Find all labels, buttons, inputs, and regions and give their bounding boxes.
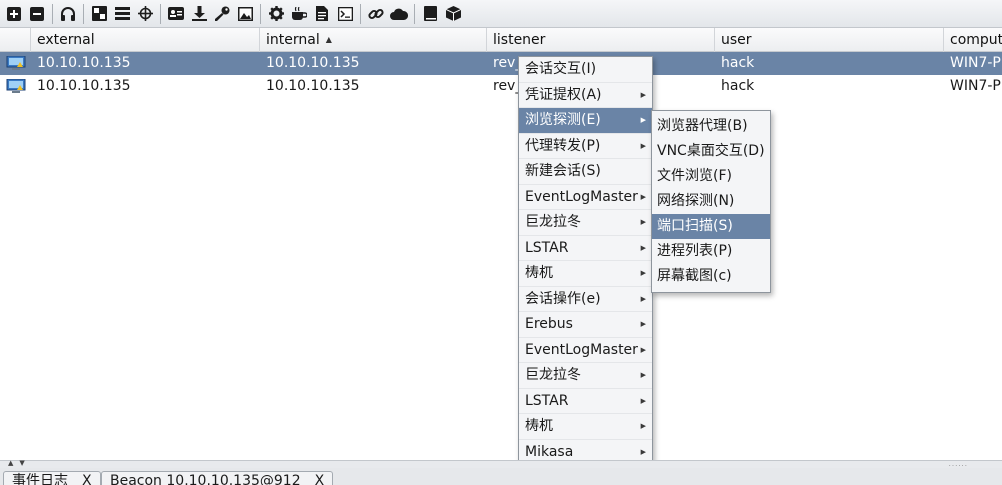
submenu-arrow-icon: ▶ [640, 269, 646, 277]
headphones-icon[interactable] [57, 3, 79, 25]
cloud-icon[interactable] [388, 3, 410, 25]
credentials-icon[interactable] [165, 3, 187, 25]
minus-square-icon[interactable] [26, 3, 48, 25]
submenu-arrow-icon: ▶ [640, 243, 646, 252]
computer-icon [6, 79, 26, 93]
cell-internal: 10.10.10.135 [266, 55, 360, 71]
submenu-arrow-icon: ▶ [640, 396, 646, 405]
gear-icon[interactable] [265, 3, 287, 25]
submenu-item-process-list[interactable]: 进程列表(P) [652, 239, 770, 264]
cell-internal: 10.10.10.135 [266, 78, 360, 94]
menu-item-explore[interactable]: 浏览探测(E) ▶ [519, 108, 652, 134]
cell-external: 10.10.10.135 [37, 55, 131, 71]
submenu-item-port-scan[interactable]: 端口扫描(S) [652, 214, 770, 239]
cell-external: 10.10.10.135 [37, 78, 131, 94]
submenu-arrow-icon: ▶ [640, 422, 646, 430]
image-icon[interactable] [234, 3, 256, 25]
document-icon[interactable] [311, 3, 333, 25]
explore-submenu: 浏览器代理(B) VNC桌面交互(D) 文件浏览(F) 网络探测(N) 端口扫描… [651, 110, 771, 293]
submenu-arrow-icon: ▶ [640, 141, 646, 150]
key-icon[interactable] [211, 3, 233, 25]
submenu-arrow-icon: ▶ [640, 320, 646, 328]
splitter-arrows-icon[interactable]: ▲▼ [8, 459, 31, 467]
bottom-tab-bar: 事件日志 X Beacon 10.10.10.135@912 X [0, 468, 1002, 485]
submenu-arrow-icon: ▶ [640, 218, 646, 226]
menu-item-interact[interactable]: 会话交互(I) [519, 57, 652, 83]
menu-item-lstar-2[interactable]: LSTAR ▶ [519, 389, 652, 414]
cube-icon[interactable] [442, 3, 464, 25]
toolbar-separator [360, 3, 361, 24]
link-icon[interactable] [365, 3, 387, 25]
submenu-arrow-icon: ▶ [640, 371, 646, 379]
menu-item-ladon-2[interactable]: 巨龙拉冬 ▶ [519, 363, 652, 389]
menu-item-lstar[interactable]: LSTAR ▶ [519, 236, 652, 261]
menu-item-eventlogmaster-2[interactable]: EventLogMaster ▶ [519, 338, 652, 363]
column-header-external[interactable]: external [31, 28, 260, 52]
graph-icon[interactable] [88, 3, 110, 25]
tab-beacon[interactable]: Beacon 10.10.10.135@912 X [101, 471, 334, 485]
tab-close-icon[interactable]: X [82, 473, 92, 485]
column-header-user[interactable]: user [715, 28, 944, 52]
menu-item-session[interactable]: 会话操作(e) ▶ [519, 287, 652, 312]
plus-square-icon[interactable] [3, 3, 25, 25]
column-header-internal[interactable]: internal ▲ [260, 28, 487, 52]
menu-item-taowu-2[interactable]: 梼杌 ▶ [519, 414, 652, 440]
session-table: external internal ▲ listener user comput … [0, 28, 1002, 460]
column-header-listener[interactable]: listener [487, 28, 715, 52]
book-icon[interactable] [419, 3, 441, 25]
menu-item-pivoting[interactable]: 代理转发(P) ▶ [519, 134, 652, 159]
table-row[interactable]: 10.10.10.135 10.10.10.135 rev_ hack WIN7… [0, 52, 1002, 75]
cell-user: hack [721, 78, 755, 94]
toolbar-separator [414, 3, 415, 24]
cell-computer: WIN7-P [950, 55, 1001, 71]
toolbar-separator [160, 3, 161, 24]
coffee-icon[interactable] [288, 3, 310, 25]
submenu-item-net-view[interactable]: 网络探测(N) [652, 189, 770, 214]
menu-item-eventlogmaster[interactable]: EventLogMaster ▶ [519, 185, 652, 210]
submenu-item-screenshot[interactable]: 屏幕截图(c) [652, 264, 770, 289]
menu-item-access[interactable]: 凭证提权(A) ▶ [519, 83, 652, 108]
submenu-item-file-browser[interactable]: 文件浏览(F) [652, 164, 770, 189]
list-icon[interactable] [111, 3, 133, 25]
toolbar-separator [260, 3, 261, 24]
menu-item-taowu[interactable]: 梼杌 ▶ [519, 261, 652, 287]
computer-icon [6, 56, 26, 70]
toolbar-separator [83, 3, 84, 24]
toolbar-separator [52, 3, 53, 24]
submenu-item-browser-pivot[interactable]: 浏览器代理(B) [652, 114, 770, 139]
sort-ascending-icon: ▲ [325, 35, 332, 44]
cell-computer: WIN7-P [950, 78, 1001, 94]
toolbar [0, 0, 1002, 28]
submenu-arrow-icon: ▶ [640, 192, 646, 201]
column-header-icon[interactable] [0, 28, 31, 52]
menu-item-spawn[interactable]: 新建会话(S) [519, 159, 652, 185]
submenu-arrow-icon: ▶ [640, 294, 646, 303]
menu-item-ladon[interactable]: 巨龙拉冬 ▶ [519, 210, 652, 236]
menu-item-erebus[interactable]: Erebus ▶ [519, 312, 652, 338]
tab-event-log[interactable]: 事件日志 X [3, 471, 101, 485]
submenu-arrow-icon: ▶ [640, 90, 646, 99]
cell-user: hack [721, 55, 755, 71]
context-menu: 会话交互(I) 凭证提权(A) ▶ 浏览探测(E) ▶ 代理转发(P) ▶ 新建会话(… [518, 56, 653, 466]
crosshair-icon[interactable] [134, 3, 156, 25]
table-row[interactable]: 10.10.10.135 10.10.10.135 rev_ hack WIN7… [0, 75, 1002, 98]
tab-close-icon[interactable]: X [315, 473, 325, 485]
submenu-arrow-icon: ▶ [640, 345, 646, 354]
download-icon[interactable] [188, 3, 210, 25]
table-header: external internal ▲ listener user comput [0, 28, 1002, 52]
submenu-item-desktop-vnc[interactable]: VNC桌面交互(D) [652, 139, 770, 164]
submenu-arrow-icon: ▶ [640, 116, 646, 124]
panel-splitter[interactable]: ▲▼ ······ [0, 459, 1002, 470]
column-header-computer[interactable]: comput [944, 28, 1002, 52]
terminal-icon[interactable] [334, 3, 356, 25]
